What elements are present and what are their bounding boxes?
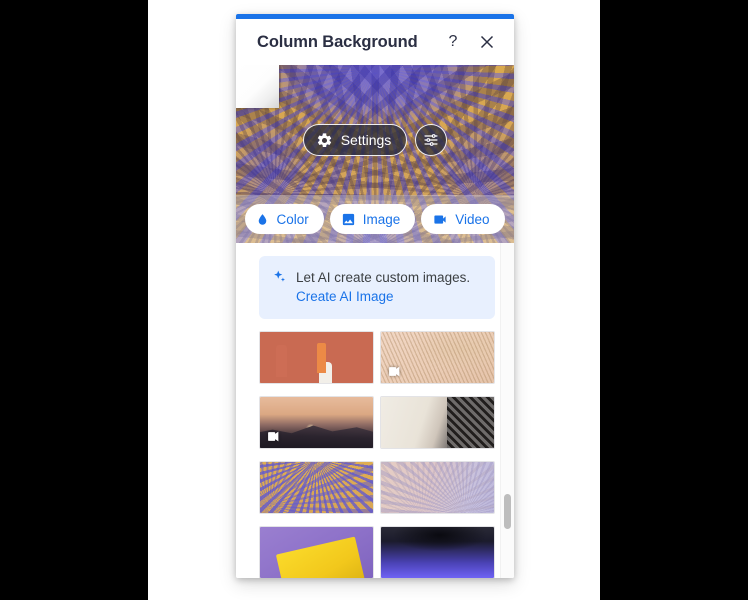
video-badge-icon: [265, 430, 281, 443]
image-picker-scroll-area: Let AI create custom images. Create AI I…: [236, 243, 514, 578]
thumbnail-father-and-son[interactable]: [380, 396, 495, 449]
gear-icon: [316, 132, 333, 149]
thumbnail-painters[interactable]: [259, 331, 374, 384]
video-camera-icon: [432, 212, 448, 227]
scrollbar-track[interactable]: [500, 243, 514, 578]
scrollbar-thumb[interactable]: [504, 494, 511, 530]
hero-action-row: Settings: [236, 124, 514, 156]
tab-color-label: Color: [276, 211, 309, 227]
page-title: Column Background: [257, 32, 418, 51]
thumbnail-yellow-bag[interactable]: [259, 526, 374, 578]
thumbnail-image: [260, 462, 373, 513]
create-ai-image-link[interactable]: Create AI Image: [296, 289, 394, 304]
video-badge-icon: [386, 365, 402, 378]
thumbnail-image: [381, 397, 494, 448]
thumbnail-pastel-fronds[interactable]: [380, 461, 495, 514]
tab-image[interactable]: Image: [329, 204, 416, 234]
settings-button-label: Settings: [340, 132, 392, 148]
thumbnail-image: [260, 527, 373, 578]
thumbnail-image: [381, 527, 494, 578]
thumbnail-palm-duotone[interactable]: [259, 461, 374, 514]
tab-image-label: Image: [362, 211, 401, 227]
dialog-body: Let AI create custom images. Create AI I…: [236, 243, 514, 578]
tab-video[interactable]: Video: [421, 204, 505, 234]
ai-banner-message: Let AI create custom images.: [296, 270, 471, 285]
column-background-dialog: Column Background ? Settings Color Image…: [236, 14, 514, 578]
ai-banner-text: Let AI create custom images. Create AI I…: [296, 268, 481, 306]
ai-image-banner[interactable]: Let AI create custom images. Create AI I…: [259, 256, 495, 319]
sliders-icon: [423, 132, 439, 148]
water-drop-icon: [256, 212, 269, 227]
thumbnail-flowing-fabric[interactable]: [380, 331, 495, 384]
thumbnail-mountain-sunset[interactable]: [259, 396, 374, 449]
tune-button[interactable]: [415, 124, 448, 156]
background-type-tabs: Color Image Video: [236, 195, 514, 243]
question-mark-icon[interactable]: ?: [440, 29, 466, 55]
thumbnail-image: [260, 332, 373, 383]
thumbnail-grid: [259, 331, 495, 578]
tab-video-label: Video: [455, 211, 490, 227]
tab-color[interactable]: Color: [245, 204, 324, 234]
dialog-header: Column Background ?: [236, 19, 514, 65]
close-icon[interactable]: [474, 29, 500, 55]
thumbnail-blue-blur[interactable]: [380, 526, 495, 578]
picture-icon: [341, 212, 356, 227]
hero-preview: Settings Color Image Video: [236, 65, 514, 243]
thumbnail-image: [381, 462, 494, 513]
page-curl-swatch[interactable]: [236, 65, 279, 108]
settings-button[interactable]: Settings: [302, 124, 408, 156]
sparkle-icon: [272, 269, 287, 284]
